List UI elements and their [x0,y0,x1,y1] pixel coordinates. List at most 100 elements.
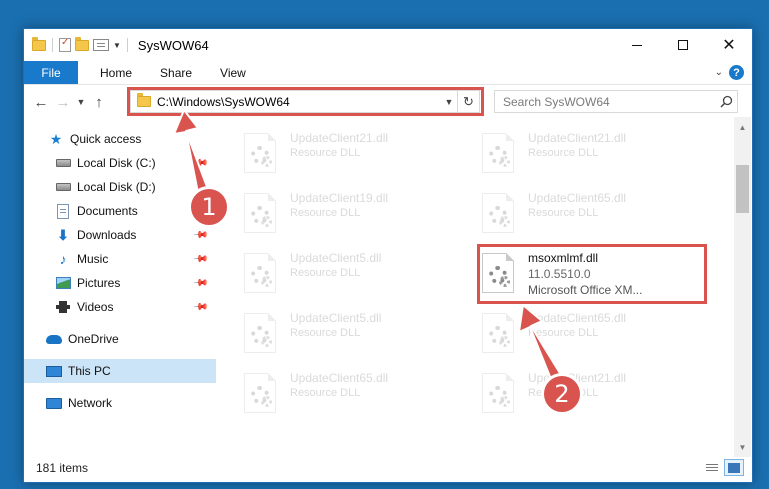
file-name: UpdateClient21.dll [528,131,627,145]
file-item[interactable]: UpdateClient5.dll Resource DLL [234,245,464,303]
quick-access-toolbar: ▼ [24,36,121,52]
documents-icon [55,203,71,219]
maximize-icon [678,40,688,50]
tab-view[interactable]: View [206,61,260,84]
dll-file-icon [482,193,514,233]
divider [52,38,53,52]
file-description: Resource DLL [290,207,361,219]
pin-icon[interactable]: 📌 [191,155,208,172]
pin-icon[interactable]: 📌 [191,299,208,316]
search-box[interactable] [494,90,738,113]
sidebar-item-label: Videos [77,300,114,314]
file-name: UpdateClient5.dll [290,251,382,265]
file-highlight-box [477,244,707,304]
file-item[interactable]: UpdateClient21.dll Resource DLL [472,365,702,423]
tab-home[interactable]: Home [86,61,146,84]
help-icon[interactable]: ? [729,65,744,80]
folder-icon[interactable] [32,36,46,51]
up-arrow-icon: ↑ [95,93,103,111]
step-badge-2: 2 [541,373,583,415]
pin-icon[interactable]: 📌 [191,275,208,292]
file-item[interactable]: UpdateClient65.dll Resource DLL [472,305,702,363]
back-arrow-icon: ← [33,93,49,111]
tiles-view-button[interactable] [724,459,744,476]
file-item[interactable]: UpdateClient65.dll Resource DLL [472,185,702,243]
sidebar-item-pictures[interactable]: Pictures 📌 [24,271,216,295]
sidebar-item-this-pc[interactable]: This PC [24,359,216,383]
pin-icon[interactable]: 📌 [191,227,208,244]
dll-file-icon [244,193,276,233]
view-toggles [702,459,744,476]
scroll-up-icon[interactable]: ▲ [734,119,751,135]
divider [126,38,128,52]
sidebar-item-local-disk-d[interactable]: Local Disk (D:) [24,175,216,199]
step-badge-1: 1 [188,186,230,228]
ribbon-right: ⌄ ? [715,65,744,80]
details-view-button[interactable] [702,459,722,476]
file-item[interactable]: UpdateClient21.dll Resource DLL [472,125,702,183]
computer-icon [46,363,62,379]
sidebar-item-videos[interactable]: Videos 📌 [24,295,216,319]
tiles-view-icon [728,462,740,473]
customize-dropdown-icon[interactable]: ▼ [113,41,121,50]
dll-file-icon [482,313,514,353]
minimize-icon [632,44,642,46]
file-item[interactable]: UpdateClient5.dll Resource DLL [234,305,464,363]
file-description: Resource DLL [528,147,599,159]
file-name: UpdateClient65.dll [528,191,627,205]
file-description: Resource DLL [290,147,361,159]
sidebar-item-quick-access[interactable]: ★ Quick access [24,127,216,151]
search-icon[interactable] [715,95,737,108]
tab-share[interactable]: Share [146,61,206,84]
file-item[interactable]: UpdateClient65.dll Resource DLL [234,365,464,423]
address-highlight-box [127,87,484,116]
file-item[interactable]: UpdateClient19.dll Resource DLL [234,185,464,243]
sidebar-item-label: Pictures [77,276,121,290]
up-button[interactable]: ↑ [88,91,110,113]
views-icon[interactable] [93,39,109,51]
music-icon: ♪ [59,251,67,267]
vertical-scrollbar[interactable]: ▲ ▼ [734,117,751,457]
tab-file[interactable]: File [24,61,78,84]
expand-ribbon-icon[interactable]: ⌄ [715,67,723,78]
videos-icon [55,299,71,315]
maximize-button[interactable] [660,29,706,61]
window-title: SysWOW64 [137,37,209,53]
sidebar-item-onedrive[interactable]: OneDrive [24,327,216,351]
file-description: Resource DLL [290,327,361,339]
file-description: Resource DLL [290,387,361,399]
forward-button[interactable]: → [52,91,74,113]
properties-icon[interactable] [59,37,71,52]
sidebar-item-label: Local Disk (C:) [77,156,156,170]
minimize-button[interactable] [614,29,660,61]
sidebar-item-local-disk-c[interactable]: Local Disk (C:) 📌 [24,151,216,175]
close-button[interactable]: ✕ [706,29,752,61]
dll-file-icon [244,133,276,173]
sidebar-item-music[interactable]: ♪ Music 📌 [24,247,216,271]
item-count: 181 items [36,461,89,475]
back-button[interactable]: ← [30,91,52,113]
file-description: Resource DLL [290,267,361,279]
window-controls: ✕ [614,29,752,61]
file-name: UpdateClient21.dll [290,131,389,145]
sidebar-item-documents[interactable]: Documents [24,199,216,223]
sidebar-item-downloads[interactable]: ⬇ Downloads 📌 [24,223,216,247]
search-input[interactable] [495,94,715,109]
sidebar-item-network[interactable]: Network [24,391,216,415]
network-icon [46,395,62,411]
sidebar-item-label: Documents [77,204,138,218]
scrollbar-thumb[interactable] [736,165,749,213]
dll-file-icon [482,133,514,173]
new-folder-icon[interactable] [75,36,89,51]
dll-file-icon [244,313,276,353]
sidebar-item-label: Quick access [70,132,142,146]
recent-locations-button[interactable]: ▼ [74,91,88,113]
navigation-pane: ★ Quick access Local Disk (C:) 📌 Local D… [24,125,218,455]
pin-icon[interactable]: 📌 [191,251,208,268]
status-bar: 181 items [24,453,752,482]
drive-icon [55,179,71,195]
sidebar-item-label: Local Disk (D:) [77,180,156,194]
file-item[interactable]: UpdateClient21.dll Resource DLL [234,125,464,183]
file-description: Resource DLL [528,207,599,219]
file-name: UpdateClient65.dll [528,311,627,325]
